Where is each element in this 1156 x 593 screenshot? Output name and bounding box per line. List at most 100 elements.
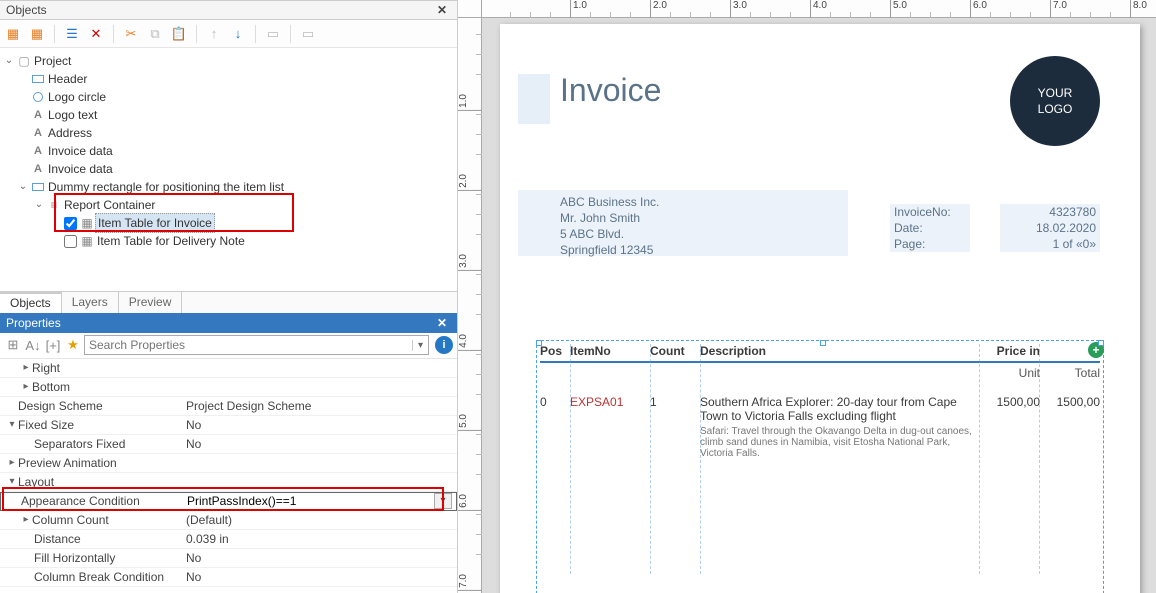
resize-handle[interactable] [536, 340, 542, 346]
design-canvas-pane: 1.02.03.04.05.06.07.08.0 1.02.03.04.05.0… [458, 0, 1156, 593]
tree-checkbox-delivery[interactable] [64, 235, 77, 248]
tool-d-icon[interactable]: ▭ [299, 25, 317, 43]
prop-col-break-k[interactable]: Column Break Condition [34, 570, 164, 584]
prop-design-scheme-v[interactable]: Project Design Scheme [186, 399, 457, 413]
col-guide [979, 344, 980, 574]
tree-dummy-rect[interactable]: Dummy rectangle for positioning the item… [46, 178, 284, 196]
prop-design-scheme-k[interactable]: Design Scheme [18, 399, 103, 413]
meta-date-k: Date: [890, 220, 970, 236]
property-grid[interactable]: ▸Right ▸Bottom Design SchemeProject Desi… [0, 359, 457, 593]
prop-separators-k[interactable]: Separators Fixed [34, 437, 125, 451]
tree-logo-circle[interactable]: Logo circle [46, 88, 106, 106]
prop-appearance-k[interactable]: Appearance Condition [21, 494, 140, 508]
down-arrow-icon[interactable]: ↓ [229, 25, 247, 43]
prop-fixed-size-v[interactable]: No [186, 418, 457, 432]
th-item: ItemNo [570, 344, 650, 358]
copy-icon[interactable]: ⧉ [146, 25, 164, 43]
properties-panel-header: Properties ✕ [0, 313, 457, 333]
prop-preview-anim[interactable]: Preview Animation [18, 456, 117, 470]
up-arrow-icon[interactable]: ↑ [205, 25, 223, 43]
tree-toggle[interactable]: ⌄ [32, 196, 46, 214]
prop-distance-v[interactable]: 0.039 in [186, 532, 457, 546]
col-guide [650, 344, 651, 574]
cell-pos: 0 [540, 395, 570, 459]
text-icon [30, 142, 46, 160]
table-data-row: 0 EXPSA01 1 Southern Africa Explorer: 20… [540, 383, 1100, 459]
tree-toggle[interactable]: ⌄ [16, 178, 30, 196]
list-icon[interactable]: ☰ [63, 25, 81, 43]
tree-toggle[interactable]: ⌄ [2, 52, 16, 70]
design-canvas[interactable]: Invoice YOURLOGO ABC Business Inc. Mr. J… [482, 18, 1156, 593]
delete-icon[interactable]: ✕ [87, 25, 105, 43]
tool-c-icon[interactable]: ▭ [264, 25, 282, 43]
text-icon [30, 106, 46, 124]
tree-invdata1[interactable]: Invoice data [46, 142, 113, 160]
info-icon[interactable]: i [435, 336, 453, 354]
item-table[interactable]: + Pos ItemNo Count Description Price in … [540, 344, 1100, 459]
prop-layout[interactable]: Layout [18, 475, 54, 489]
close-icon[interactable]: ✕ [433, 316, 451, 330]
tab-objects[interactable]: Objects [0, 292, 62, 313]
cell-total: 1500,00 [1040, 395, 1100, 459]
cell-itemno: EXPSA01 [570, 395, 650, 459]
prop-col-break-v[interactable]: No [186, 570, 457, 584]
prop-distance-k[interactable]: Distance [34, 532, 81, 546]
grid-b-icon[interactable]: ▦ [28, 25, 46, 43]
prop-col-count-v[interactable]: (Default) [186, 513, 457, 527]
grid-a-icon[interactable]: ▦ [4, 25, 22, 43]
tree-report-container[interactable]: Report Container [62, 196, 155, 214]
objects-panel-header: Objects ✕ [0, 0, 457, 20]
invoice-title: Invoice [560, 72, 661, 109]
invoice-meta: InvoiceNo:4323780 Date:18.02.2020 Page:1… [890, 204, 1100, 252]
addr-line: 5 ABC Blvd. [560, 226, 848, 242]
search-input[interactable] [85, 338, 412, 352]
cell-unit: 1500,00 [980, 395, 1040, 459]
table-icon [79, 232, 95, 250]
th-desc: Description [700, 344, 980, 358]
expand-icon[interactable]: [+] [44, 336, 62, 354]
tab-layers[interactable]: Layers [62, 292, 119, 313]
ruler-horizontal[interactable]: 1.02.03.04.05.06.07.08.0 [482, 0, 1156, 18]
meta-page-v: 1 of «0» [1000, 236, 1100, 252]
appearance-input[interactable] [187, 494, 432, 508]
cut-icon[interactable]: ✂ [122, 25, 140, 43]
prop-separators-v[interactable]: No [186, 437, 457, 451]
object-tree[interactable]: ⌄▢Project Header Logo circle Logo text A… [0, 48, 457, 291]
tree-invdata2[interactable]: Invoice data [46, 160, 113, 178]
th-count: Count [650, 344, 700, 358]
dropdown-icon[interactable]: ▾ [434, 493, 452, 509]
meta-date-v: 18.02.2020 [1000, 220, 1100, 236]
resize-handle[interactable] [820, 340, 826, 346]
prop-col-count-k[interactable]: Column Count [32, 513, 109, 527]
tree-checkbox-invoice[interactable] [64, 217, 77, 230]
ruler-corner [458, 0, 482, 18]
objects-toolbar: ▦ ▦ ☰ ✕ ✂ ⧉ 📋 ↑ ↓ ▭ ▭ [0, 20, 457, 48]
paste-icon[interactable]: 📋 [170, 25, 188, 43]
tree-item-delivery[interactable]: Item Table for Delivery Note [95, 232, 245, 250]
ruler-vertical[interactable]: 1.02.03.04.05.06.07.0 [458, 18, 482, 593]
meta-invno-k: InvoiceNo: [890, 204, 970, 220]
close-icon[interactable]: ✕ [433, 3, 451, 17]
prop-bottom[interactable]: Bottom [32, 380, 70, 394]
tree-header[interactable]: Header [46, 70, 87, 88]
prop-fill-h-k[interactable]: Fill Horizontally [34, 551, 115, 565]
sort-az-icon[interactable]: A↓ [24, 336, 42, 354]
desc-sub: Safari: Travel through the Okavango Delt… [700, 426, 980, 459]
prop-right[interactable]: Right [32, 361, 60, 375]
rect-icon [30, 183, 46, 191]
cell-count: 1 [650, 395, 700, 459]
container-icon [46, 196, 62, 214]
report-page[interactable]: Invoice YOURLOGO ABC Business Inc. Mr. J… [500, 24, 1140, 593]
tab-preview[interactable]: Preview [119, 292, 183, 313]
sort-categ-icon[interactable]: ⊞ [4, 336, 22, 354]
address-block: ABC Business Inc. Mr. John Smith 5 ABC B… [518, 190, 848, 256]
prop-fixed-size-k[interactable]: Fixed Size [18, 418, 74, 432]
dropdown-icon[interactable]: ▾ [412, 340, 428, 351]
resize-handle[interactable] [1098, 340, 1104, 346]
tree-logo-text[interactable]: Logo text [46, 106, 97, 124]
tree-item-invoice[interactable]: Item Table for Invoice [95, 213, 215, 233]
prop-fill-h-v[interactable]: No [186, 551, 457, 565]
tree-address[interactable]: Address [46, 124, 92, 142]
star-icon[interactable]: ★ [64, 336, 82, 354]
tree-root[interactable]: Project [32, 52, 71, 70]
